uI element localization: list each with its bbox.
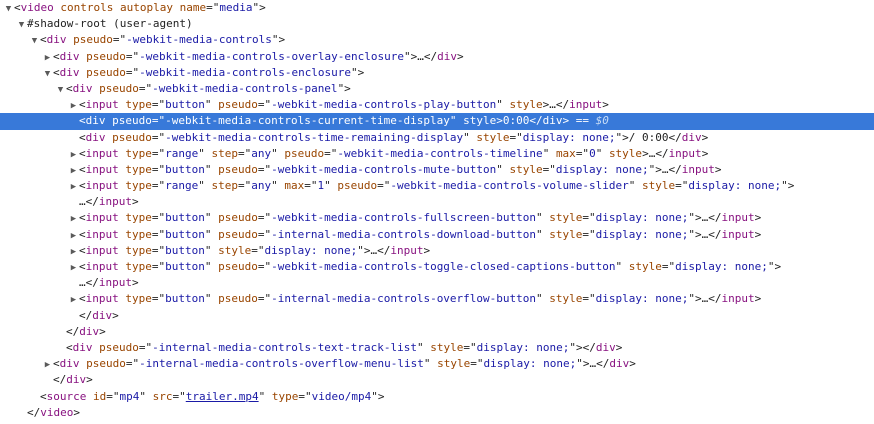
node-markup: <input type="button" pseudo="-webkit-med…: [79, 162, 722, 176]
tree-node[interactable]: <div pseudo="-webkit-media-controls-time…: [0, 130, 874, 146]
node-markup: <div pseudo="-webkit-media-controls-pane…: [66, 81, 351, 95]
tree-node[interactable]: ▶ <input type="button" pseudo="-webkit-me…: [0, 210, 874, 226]
tree-node[interactable]: ▶ <input type="range" step="any" max="1" …: [0, 178, 874, 194]
tree-node[interactable]: ▶ <div pseudo="-internal-media-controls-o…: [0, 356, 874, 372]
node-markup: #shadow-root (user-agent): [27, 17, 193, 31]
collapse-arrow-icon[interactable]: ▶: [68, 211, 79, 227]
node-markup: …</input>: [79, 195, 139, 209]
collapse-arrow-icon[interactable]: ▶: [42, 50, 53, 66]
node-markup: <div pseudo="-webkit-media-controls">: [40, 33, 286, 47]
node-markup: <input type="button" pseudo="-internal-m…: [79, 227, 762, 241]
tree-node[interactable]: ▼ <div pseudo="-webkit-media-controls-enc…: [0, 65, 874, 81]
collapse-arrow-icon[interactable]: ▶: [68, 244, 79, 260]
tree-node[interactable]: ▼ #shadow-root (user-agent): [0, 16, 874, 32]
tree-node[interactable]: ▶ <input type="button" pseudo="-webkit-me…: [0, 259, 874, 275]
tree-node[interactable]: ▶ <input type="button" style="display: no…: [0, 243, 874, 259]
expand-arrow-icon[interactable]: ▼: [55, 82, 66, 98]
node-markup: <input type="button" pseudo="-internal-m…: [79, 292, 762, 306]
collapse-arrow-icon[interactable]: ▶: [68, 292, 79, 308]
collapse-arrow-icon[interactable]: ▶: [68, 260, 79, 276]
elements-tree: ▼ <video controls autoplay name="media"> ▼…: [0, 0, 874, 421]
tree-node[interactable]: ▶ <input type="button" pseudo="-webkit-me…: [0, 162, 874, 178]
node-markup: <video controls autoplay name="media">: [14, 1, 266, 14]
tree-node[interactable]: </video>: [0, 405, 874, 421]
tree-node[interactable]: ▼ <div pseudo="-webkit-media-controls">: [0, 32, 874, 48]
node-markup: <div pseudo="-webkit-media-controls-time…: [79, 130, 709, 144]
tree-node[interactable]: </div>: [0, 372, 874, 388]
node-markup: <input type="range" step="any" max="1" p…: [79, 179, 795, 193]
expand-arrow-icon[interactable]: ▼: [3, 1, 14, 17]
node-markup: <div pseudo="-webkit-media-controls-encl…: [53, 65, 365, 79]
expand-arrow-icon[interactable]: ▼: [29, 33, 40, 49]
node-markup: <input type="button" pseudo="-webkit-med…: [79, 211, 762, 225]
node-markup: <input type="range" step="any" pseudo="-…: [79, 146, 709, 160]
collapse-arrow-icon[interactable]: ▶: [68, 98, 79, 114]
tree-node[interactable]: ▶ <input type="button" pseudo="-webkit-me…: [0, 97, 874, 113]
expand-arrow-icon[interactable]: ▼: [42, 66, 53, 82]
node-markup: <div pseudo="-internal-media-controls-te…: [66, 340, 623, 354]
node-markup: </div>: [79, 308, 119, 322]
node-markup: …</input>: [79, 276, 139, 290]
tree-node[interactable]: <div pseudo="-internal-media-controls-te…: [0, 340, 874, 356]
tree-node[interactable]: ▶ <input type="button" pseudo="-internal-…: [0, 291, 874, 307]
node-markup: <div pseudo="-webkit-media-controls-curr…: [79, 114, 609, 128]
node-markup: <div pseudo="-webkit-media-controls-over…: [53, 49, 464, 63]
node-markup: <div pseudo="-internal-media-controls-ov…: [53, 357, 636, 371]
tree-node[interactable]: ▶ <input type="button" pseudo="-internal-…: [0, 227, 874, 243]
collapse-arrow-icon[interactable]: ▶: [68, 163, 79, 179]
node-markup: <input type="button" pseudo="-webkit-med…: [79, 98, 609, 112]
tree-node[interactable]: </div>: [0, 308, 874, 324]
collapse-arrow-icon[interactable]: ▶: [68, 179, 79, 195]
tree-node[interactable]: </div>: [0, 324, 874, 340]
node-markup: <input type="button" pseudo="-webkit-med…: [79, 260, 782, 273]
collapse-arrow-icon[interactable]: ▶: [68, 228, 79, 244]
node-markup: <source id="mp4" src="trailer.mp4" type=…: [40, 389, 385, 403]
node-markup: <input type="button" style="display: non…: [79, 243, 431, 257]
collapse-arrow-icon[interactable]: ▶: [68, 147, 79, 163]
selected-node[interactable]: <div pseudo="-webkit-media-controls-curr…: [0, 113, 874, 130]
node-markup: </div>: [53, 373, 93, 387]
tree-node[interactable]: <source id="mp4" src="trailer.mp4" type=…: [0, 389, 874, 405]
collapse-arrow-icon[interactable]: ▶: [42, 357, 53, 373]
expand-arrow-icon[interactable]: ▼: [16, 17, 27, 33]
tree-node[interactable]: ▶ <input type="range" step="any" pseudo="…: [0, 146, 874, 162]
tree-node[interactable]: ▶ <div pseudo="-webkit-media-controls-ove…: [0, 49, 874, 65]
tree-node[interactable]: …</input>: [0, 194, 874, 210]
tree-node[interactable]: ▼ <video controls autoplay name="media">: [0, 0, 874, 16]
node-markup: </div>: [66, 324, 106, 338]
tree-node[interactable]: ▼ <div pseudo="-webkit-media-controls-pan…: [0, 81, 874, 97]
tree-node[interactable]: …</input>: [0, 275, 874, 291]
node-markup: </video>: [27, 405, 80, 419]
